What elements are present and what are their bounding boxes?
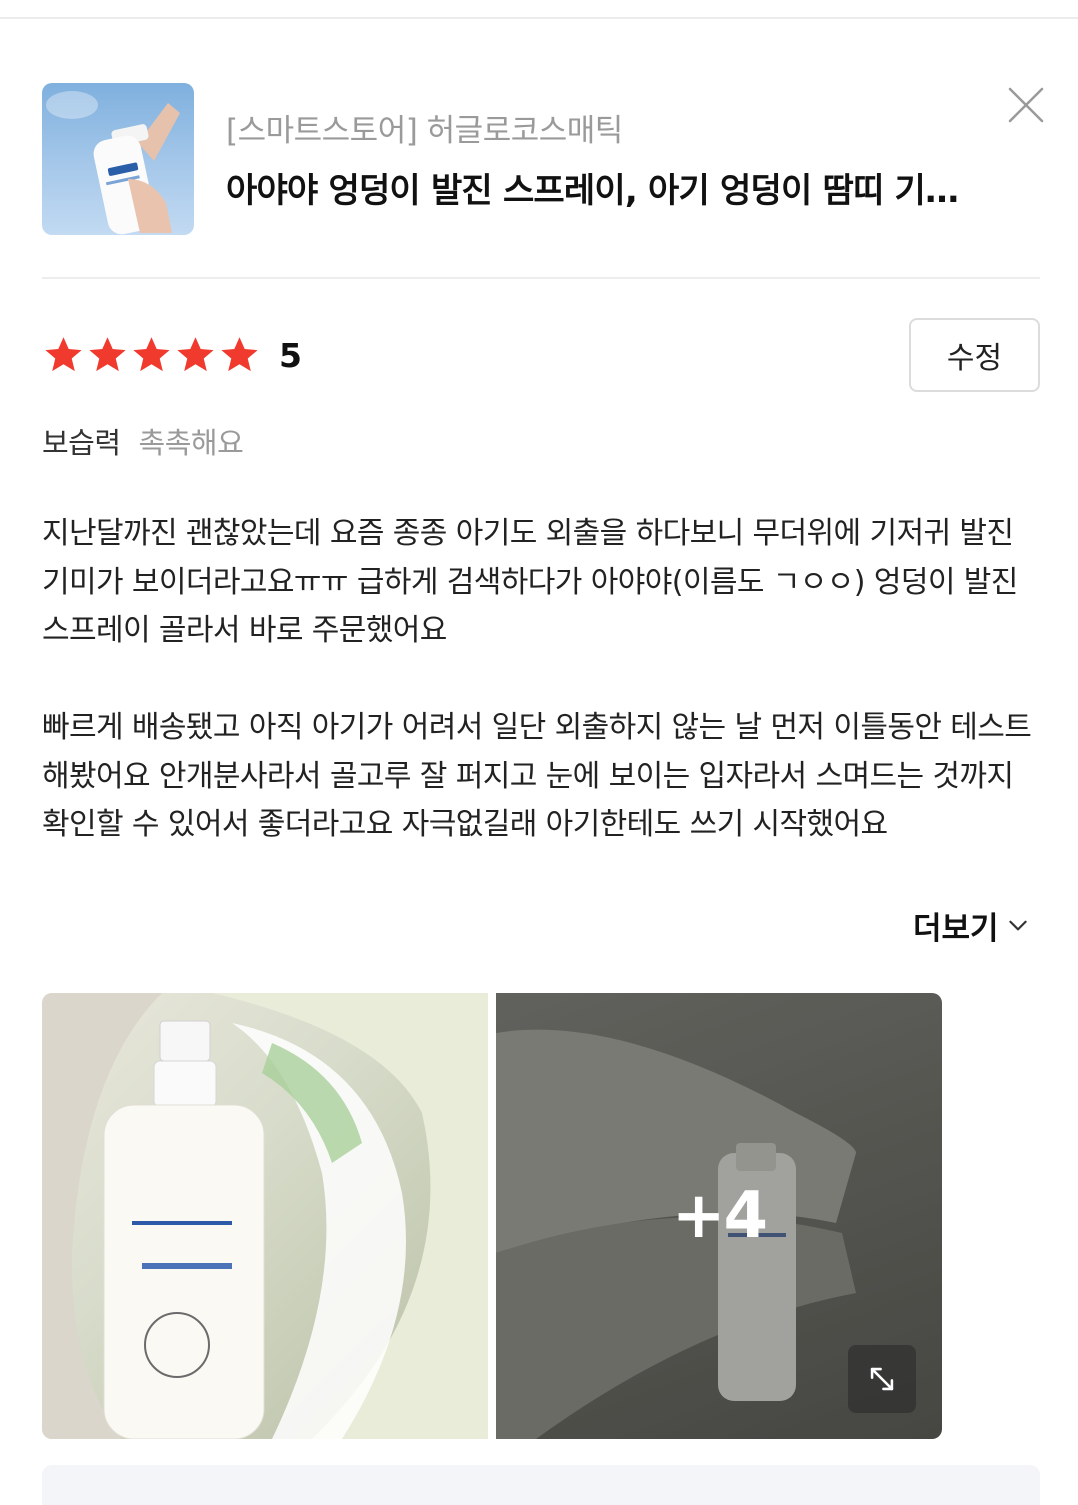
review-paragraph-1: 지난달까진 괜찮았는데 요즘 종종 아기도 외출을 하다보니 무더위에 기저귀 … [42,516,1018,648]
star-icon [89,336,126,371]
star-icon [177,336,214,371]
review-attribute: 보습력 촉촉해요 [42,420,244,462]
section-divider [42,277,1040,279]
close-icon[interactable] [1004,83,1048,127]
spray-bottle-image [46,91,180,235]
review-photo-image [42,993,488,1439]
expand-icon[interactable] [848,1345,916,1413]
more-button[interactable]: 더보기 [913,900,1031,950]
store-name: [스마트스토어] 허글로코스매틱 [226,113,623,149]
top-divider [0,17,1078,19]
product-name[interactable]: 아야야 엉덩이 발진 스프레이, 아기 엉덩이 땀띠 기저귀 발진 [226,163,966,212]
more-label: 더보기 [913,910,999,947]
chevron-down-icon [1008,920,1027,931]
star-icon [133,336,170,371]
star-icon [45,336,82,371]
attribute-value: 촉촉해요 [138,426,244,460]
star-rating: 5 [42,330,302,380]
review-paragraph-2: 빠르게 배송됐고 아직 아기가 어려서 일단 외출하지 않는 날 먼저 이틀동안… [42,710,1032,842]
product-thumbnail[interactable] [42,83,194,235]
edit-button[interactable]: 수정 [909,318,1040,392]
attribute-key: 보습력 [42,426,121,460]
product-summary: [스마트스토어] 허글로코스매틱 아야야 엉덩이 발진 스프레이, 아기 엉덩이… [42,83,1044,235]
review-photo-2[interactable]: +4 [496,993,942,1439]
star-icon [221,336,258,371]
review-text: 지난달까진 괜찮았는데 요즘 종종 아기도 외출을 하다보니 무더위에 기저귀 … [42,510,1042,850]
review-photo-1[interactable] [42,993,488,1439]
stars-group [42,334,261,377]
rating-score: 5 [279,335,302,375]
next-section-panel [42,1465,1040,1505]
